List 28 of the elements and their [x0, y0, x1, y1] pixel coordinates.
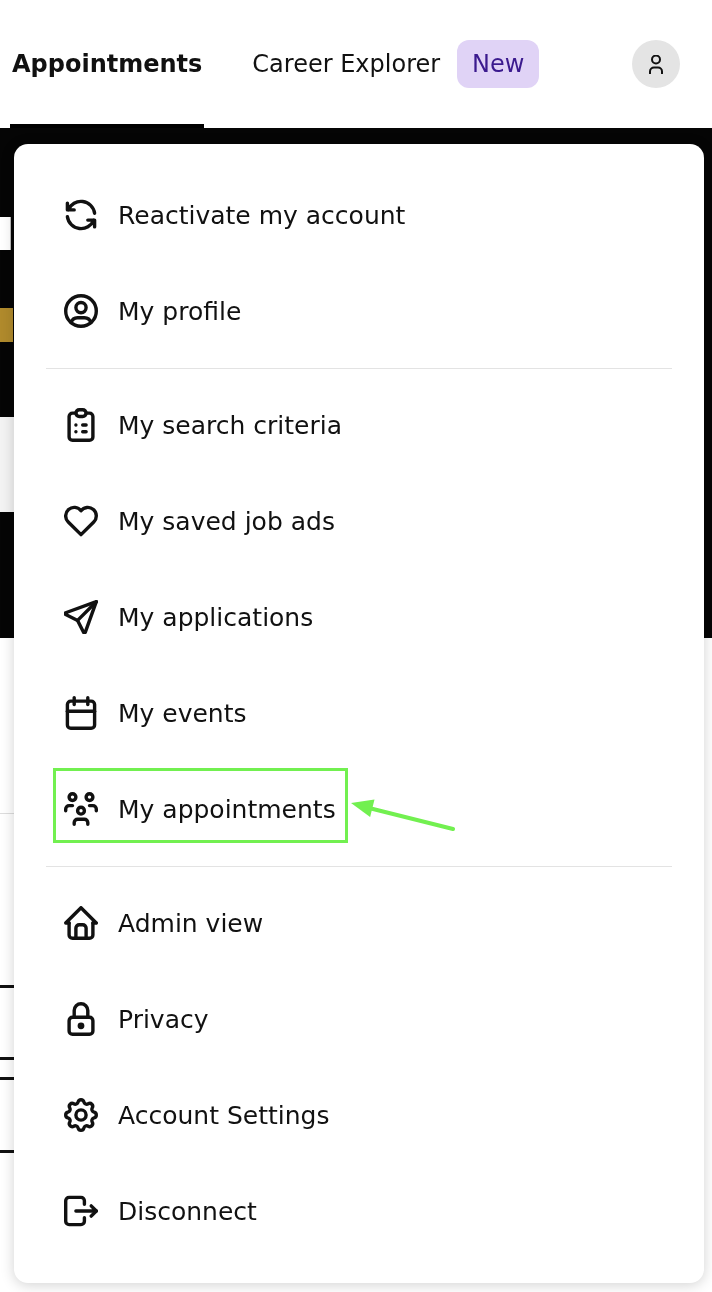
avatar-button[interactable]	[632, 40, 680, 88]
nav-tab[interactable]: Career Explorer New	[250, 0, 542, 128]
menu-item[interactable]: Disconnect	[46, 1163, 672, 1259]
user-circle-icon	[64, 294, 98, 328]
menu-item[interactable]: Account Settings	[46, 1067, 672, 1163]
menu-item[interactable]: Reactivate my account	[46, 167, 672, 263]
tab-badge: New	[457, 40, 540, 88]
photo-placeholder	[0, 308, 13, 342]
menu-item[interactable]: My saved job ads	[46, 473, 672, 569]
gear-icon	[64, 1098, 98, 1132]
refresh-icon	[64, 198, 98, 232]
exit-arrow-icon	[64, 1194, 98, 1228]
menu-item[interactable]: Privacy	[46, 971, 672, 1067]
calendar-icon	[64, 696, 98, 730]
heart-icon	[64, 504, 98, 538]
people-group-icon	[64, 792, 98, 826]
lock-icon	[64, 1002, 98, 1036]
menu-item[interactable]: Admin view	[46, 875, 672, 971]
clipboard-icon	[64, 408, 98, 442]
menu-item[interactable]: My events	[46, 665, 672, 761]
house-icon	[64, 906, 98, 940]
paper-plane-icon	[64, 600, 98, 634]
menu-item[interactable]: My search criteria	[46, 377, 672, 473]
menu-item[interactable]: My applications	[46, 569, 672, 665]
person-icon	[649, 54, 663, 74]
input-field[interactable]	[0, 217, 11, 250]
menu-item[interactable]: My profile	[46, 263, 672, 359]
menu-item[interactable]: My appointments	[46, 761, 672, 857]
